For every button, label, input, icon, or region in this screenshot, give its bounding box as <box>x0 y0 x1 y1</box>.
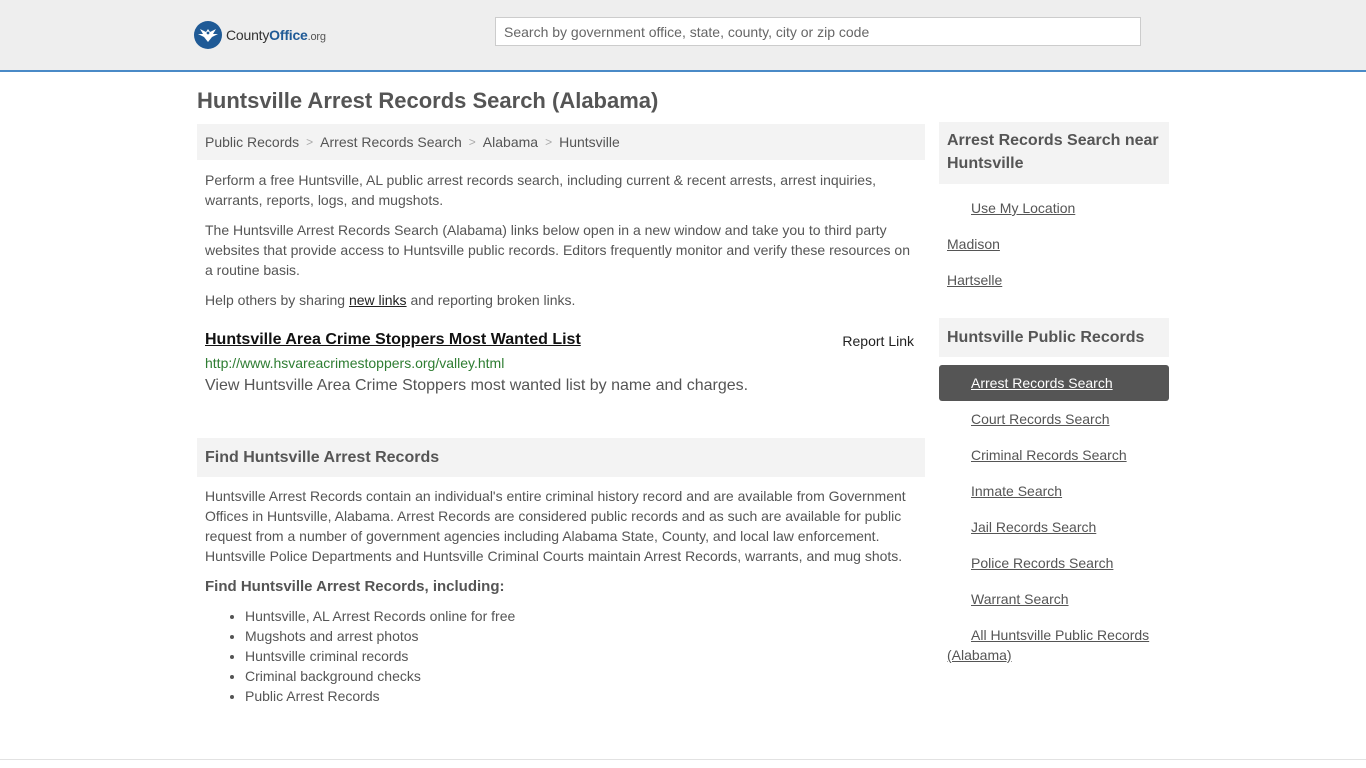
court-records-search-link[interactable]: Court Records Search <box>971 409 1110 429</box>
use-my-location-link[interactable]: Use My Location <box>971 198 1075 218</box>
share-paragraph: Help others by sharing new links and rep… <box>197 290 925 310</box>
arrest-records-search-link[interactable]: Arrest Records Search <box>971 373 1113 393</box>
list-item: Huntsville criminal records <box>245 646 925 666</box>
inmate-search-link[interactable]: Inmate Search <box>971 481 1062 501</box>
sidebar-item-inmate-search: Inmate Search <box>939 473 1169 509</box>
records-list: Arrest Records Search Court Records Sear… <box>939 365 1169 665</box>
find-section-subheading: Find Huntsville Arrest Records, includin… <box>205 578 505 595</box>
site-logo[interactable]: CountyOffice.org <box>194 20 326 50</box>
listing-url: http://www.hsvareacrimestoppers.org/vall… <box>205 355 505 371</box>
disclaimer-paragraph: The Huntsville Arrest Records Search (Al… <box>205 222 911 278</box>
sidebar-item-arrest-records: Arrest Records Search <box>939 365 1169 401</box>
intro-paragraph: Perform a free Huntsville, AL public arr… <box>205 172 876 208</box>
find-list: Huntsville, AL Arrest Records online for… <box>197 606 925 706</box>
warrant-search-link[interactable]: Warrant Search <box>971 589 1069 609</box>
eagle-seal-icon <box>194 21 222 49</box>
hartselle-link[interactable]: Hartselle <box>947 270 1002 290</box>
share-text-before: Help others by sharing <box>205 292 349 308</box>
breadcrumb-arrest-records[interactable]: Arrest Records Search <box>320 134 462 150</box>
near-list: Use My Location Madison Hartselle <box>939 190 1169 298</box>
listing-title-link[interactable]: Huntsville Area Crime Stoppers Most Want… <box>205 331 581 348</box>
list-item: Mugshots and arrest photos <box>245 626 925 646</box>
share-text-after: and reporting broken links. <box>406 292 576 308</box>
breadcrumb-separator-icon: > <box>306 135 314 149</box>
sidebar-item-all-records: All Huntsville Public Records (Alabama) <box>939 617 1169 665</box>
criminal-records-search-link[interactable]: Criminal Records Search <box>971 445 1127 465</box>
list-item: Criminal background checks <box>245 666 925 686</box>
page-title: Huntsville Arrest Records Search (Alabam… <box>197 88 659 113</box>
site-header: CountyOffice.org <box>0 0 1366 72</box>
sidebar-item-court-records: Court Records Search <box>939 401 1169 437</box>
breadcrumb-separator-icon: > <box>545 135 553 149</box>
sidebar-item-madison: Madison <box>939 226 1169 262</box>
breadcrumb-public-records[interactable]: Public Records <box>205 134 299 150</box>
new-links-link[interactable]: new links <box>349 292 407 308</box>
madison-link[interactable]: Madison <box>947 234 1000 254</box>
sidebar-near-heading: Arrest Records Search near Huntsville <box>939 122 1169 184</box>
breadcrumb-alabama[interactable]: Alabama <box>483 134 538 150</box>
report-link-button[interactable]: Report Link <box>842 333 914 349</box>
logo-wordmark: CountyOffice.org <box>226 27 326 43</box>
sidebar: Arrest Records Search near Huntsville Us… <box>939 122 1169 665</box>
find-section-body: Huntsville Arrest Records contain an ind… <box>205 488 906 564</box>
jail-records-search-link[interactable]: Jail Records Search <box>971 517 1096 537</box>
sidebar-item-hartselle: Hartselle <box>939 262 1169 298</box>
breadcrumb-huntsville[interactable]: Huntsville <box>559 134 620 150</box>
find-section-heading: Find Huntsville Arrest Records <box>197 438 925 477</box>
sidebar-item-police-records: Police Records Search <box>939 545 1169 581</box>
breadcrumb: Public Records > Arrest Records Search >… <box>197 124 925 160</box>
sidebar-item-use-location: Use My Location <box>939 190 1169 226</box>
all-public-records-link[interactable]: All Huntsville Public Records (Alabama) <box>947 625 1161 665</box>
search-input[interactable] <box>495 17 1141 46</box>
sidebar-item-warrant-search: Warrant Search <box>939 581 1169 617</box>
breadcrumb-separator-icon: > <box>468 135 476 149</box>
sidebar-item-criminal-records: Criminal Records Search <box>939 437 1169 473</box>
sidebar-records-heading: Huntsville Public Records <box>939 318 1169 357</box>
police-records-search-link[interactable]: Police Records Search <box>971 553 1113 573</box>
list-item: Public Arrest Records <box>245 686 925 706</box>
list-item: Huntsville, AL Arrest Records online for… <box>245 606 925 626</box>
sidebar-item-jail-records: Jail Records Search <box>939 509 1169 545</box>
listing-item: Huntsville Area Crime Stoppers Most Want… <box>197 330 925 396</box>
main-content: Public Records > Arrest Records Search >… <box>197 124 925 706</box>
footer-divider <box>0 759 1366 760</box>
listing-description: View Huntsville Area Crime Stoppers most… <box>205 377 749 394</box>
